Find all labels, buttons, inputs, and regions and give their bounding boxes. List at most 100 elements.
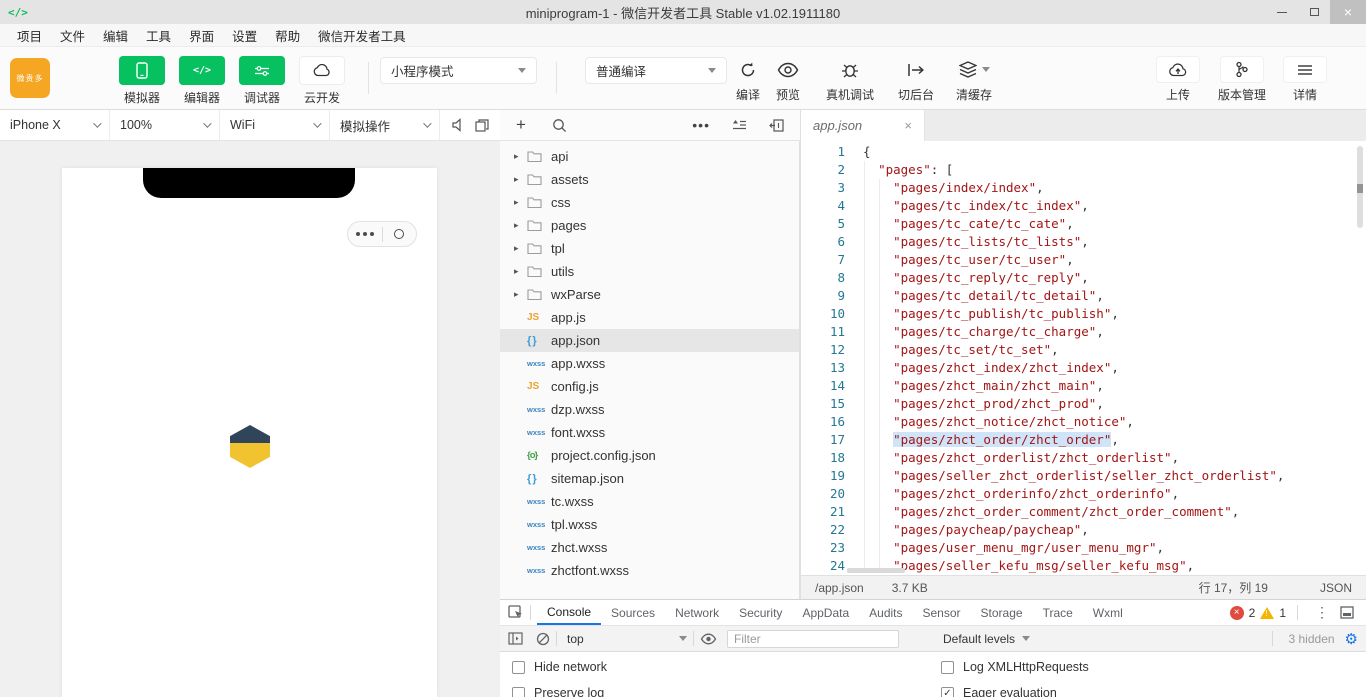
code-line[interactable]: 22 "pages/paycheap/paycheap", [801,521,1366,539]
error-icon[interactable]: × [1229,605,1244,620]
close-button[interactable]: × [1330,0,1366,24]
menu-item--[interactable]: 微信开发者工具 [309,24,415,46]
code-line[interactable]: 2 "pages": [ [801,161,1366,179]
tree-file-sitemap-json[interactable]: { } sitemap.json [500,467,799,490]
setting-hide-network[interactable]: Hide network [512,654,607,680]
maximize-button[interactable] [1298,0,1330,24]
code-line[interactable]: 18 "pages/zhct_orderlist/zhct_orderlist"… [801,449,1366,467]
setting-log-xmlhttprequests[interactable]: Log XMLHttpRequests [941,654,1089,680]
tree-file-tpl-wxss[interactable]: wxss tpl.wxss [500,513,799,536]
clear-cache-button[interactable]: 清缓存 [946,56,1002,103]
tab-app-json[interactable]: app.json × [801,110,925,141]
eye-watch-icon[interactable] [700,633,717,645]
devtools-tab-security[interactable]: Security [729,600,792,625]
tree-file-font-wxss[interactable]: wxss font.wxss [500,421,799,444]
console-filter-input[interactable] [727,629,899,648]
code-line[interactable]: 14 "pages/zhct_main/zhct_main", [801,377,1366,395]
devtools-tab-storage[interactable]: Storage [971,600,1033,625]
simulator-toggle-button[interactable]: 模拟器 [112,56,172,106]
code-line[interactable]: 9 "pages/tc_detail/tc_detail", [801,287,1366,305]
error-count[interactable]: 2 [1249,606,1256,620]
preview-button[interactable]: 预览 [760,56,816,103]
simulate-action-select[interactable]: 模拟操作 [330,110,440,140]
menu-item--[interactable]: 工具 [137,24,180,46]
tree-file-app-js[interactable]: JS app.js [500,306,799,329]
sort-icon[interactable] [732,119,747,131]
checkbox[interactable] [512,686,525,697]
devtools-tab-console[interactable]: Console [537,600,602,625]
version-control-button[interactable]: 版本管理 [1210,56,1274,103]
code-line[interactable]: 3 "pages/index/index", [801,179,1366,197]
search-icon[interactable] [552,118,567,133]
inspect-element-icon[interactable] [508,605,524,620]
warning-count[interactable]: 1 [1279,606,1286,620]
checkbox[interactable]: ✓ [941,686,954,697]
switch-background-button[interactable]: 切后台 [888,56,944,103]
code-line[interactable]: 13 "pages/zhct_index/zhct_index", [801,359,1366,377]
code-line[interactable]: 17 "pages/zhct_order/zhct_order", [801,431,1366,449]
capsule-home-icon[interactable] [383,229,417,239]
code-line[interactable]: 19 "pages/seller_zhct_orderlist/seller_z… [801,467,1366,485]
devtools-tab-sources[interactable]: Sources [601,600,665,625]
sound-icon[interactable] [451,118,465,132]
clear-console-icon[interactable] [536,632,550,646]
tree-file-config-js[interactable]: JS config.js [500,375,799,398]
code-line[interactable]: 8 "pages/tc_reply/tc_reply", [801,269,1366,287]
user-avatar[interactable]: 微贵多 [10,58,50,98]
float-window-icon[interactable] [475,118,489,132]
devtools-tab-appdata[interactable]: AppData [792,600,859,625]
code-line[interactable]: 4 "pages/tc_index/tc_index", [801,197,1366,215]
code-line[interactable]: 15 "pages/zhct_prod/zhct_prod", [801,395,1366,413]
more-icon[interactable]: ••• [692,117,710,133]
minimize-button[interactable] [1266,0,1298,24]
code-line[interactable]: 20 "pages/zhct_orderinfo/zhct_orderinfo"… [801,485,1366,503]
menu-item--[interactable]: 界面 [180,24,223,46]
close-tab-icon[interactable]: × [904,118,912,133]
language-mode[interactable]: JSON [1320,581,1352,595]
details-button[interactable]: 详情 [1280,56,1330,103]
project-mode-select[interactable]: 小程序模式 [380,57,537,84]
tree-file-app-json[interactable]: { } app.json [500,329,799,352]
tree-folder-assets[interactable]: ▸ assets [500,168,799,191]
tree-folder-pages[interactable]: ▸ pages [500,214,799,237]
menu-item--[interactable]: 设置 [223,24,266,46]
device-screen[interactable] [62,168,437,697]
console-sidebar-icon[interactable] [508,632,523,645]
compile-mode-select[interactable]: 普通编译 [585,57,727,84]
tree-file-zhct-wxss[interactable]: wxss zhct.wxss [500,536,799,559]
tree-folder-tpl[interactable]: ▸ tpl [500,237,799,260]
devtools-tab-network[interactable]: Network [665,600,729,625]
devtools-tab-sensor[interactable]: Sensor [913,600,971,625]
menu-item--[interactable]: 项目 [8,24,51,46]
menu-item--[interactable]: 帮助 [266,24,309,46]
code-line[interactable]: 21 "pages/zhct_order_comment/zhct_order_… [801,503,1366,521]
tree-file-tc-wxss[interactable]: wxss tc.wxss [500,490,799,513]
remote-debug-button[interactable]: 真机调试 [818,56,882,103]
cloud-dev-button[interactable]: 云开发 [292,56,352,106]
hidden-messages-count[interactable]: 3 hidden [1289,632,1335,646]
devtools-tab-trace[interactable]: Trace [1033,600,1083,625]
device-select[interactable]: iPhone X [0,110,110,140]
checkbox[interactable] [512,660,525,674]
capsule-more-icon[interactable] [348,232,382,236]
zoom-select[interactable]: 100% [110,110,220,140]
tree-file-app-wxss[interactable]: wxss app.wxss [500,352,799,375]
console-settings-gear-icon[interactable]: ⚙ [1345,630,1358,648]
editor-horizontal-scrollbar[interactable] [847,568,905,573]
checkbox[interactable] [941,660,954,674]
code-line[interactable]: 23 "pages/user_menu_mgr/user_menu_mgr", [801,539,1366,557]
setting-preserve-log[interactable]: Preserve log [512,680,607,697]
code-line[interactable]: 7 "pages/tc_user/tc_user", [801,251,1366,269]
code-line[interactable]: 11 "pages/tc_charge/tc_charge", [801,323,1366,341]
upload-button[interactable]: 上传 [1150,56,1206,103]
editor-toggle-button[interactable]: </> 编辑器 [172,56,232,106]
setting-eager-evaluation[interactable]: ✓ Eager evaluation [941,680,1089,697]
debugger-toggle-button[interactable]: 调试器 [232,56,292,106]
tree-folder-css[interactable]: ▸ css [500,191,799,214]
code-line[interactable]: 16 "pages/zhct_notice/zhct_notice", [801,413,1366,431]
network-select[interactable]: WiFi [220,110,330,140]
devtools-tab-audits[interactable]: Audits [859,600,912,625]
tree-file-project-config-json[interactable]: {o} project.config.json [500,444,799,467]
code-editor[interactable]: 1{2 "pages": [3 "pages/index/index", 4 "p… [800,141,1366,575]
code-line[interactable]: 12 "pages/tc_set/tc_set", [801,341,1366,359]
